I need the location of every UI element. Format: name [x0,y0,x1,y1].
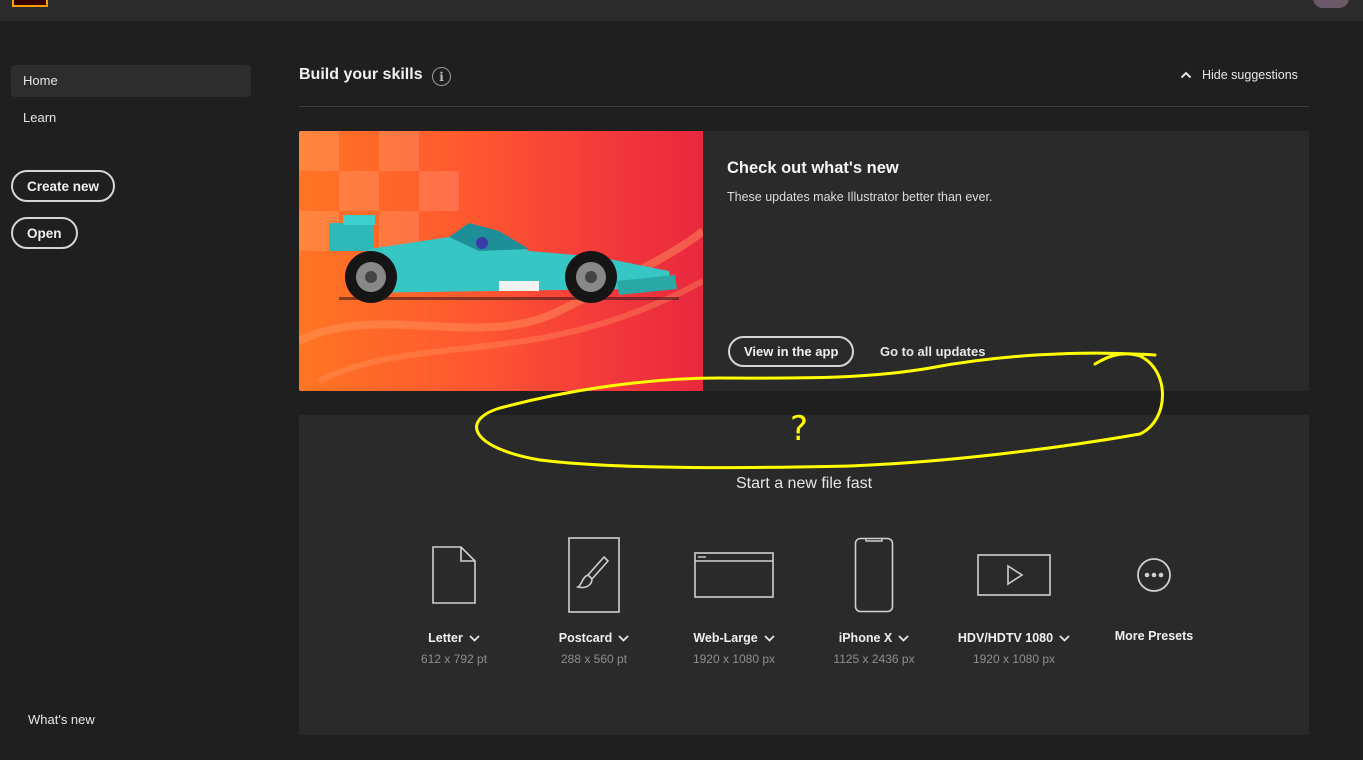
divider [299,106,1309,107]
section-title: Build your skills [299,66,423,83]
whats-new-link[interactable]: What's new [28,712,95,727]
document-icon [432,546,476,604]
sidebar-item-learn[interactable]: Learn [11,102,251,134]
more-presets-button[interactable]: More Presets [1084,533,1224,643]
chevron-down-icon[interactable] [1059,634,1070,642]
phone-icon [854,537,894,613]
preset-name: Web-Large [693,631,758,645]
go-to-all-updates-link[interactable]: Go to all updates [880,344,985,359]
whats-new-card: Check out what's new These updates make … [299,131,1309,391]
more-dots-icon [1137,558,1171,592]
preset-dimensions: 612 x 792 pt [420,652,488,666]
preset-name: HDV/HDTV 1080 [957,631,1054,645]
presets-heading: Start a new file fast [735,475,873,492]
promo-description: These updates make Illustrator better th… [727,190,993,204]
preset-postcard[interactable]: Postcard 288 x 560 pt [524,533,664,666]
preset-name: Postcard [558,631,613,645]
preset-web-large[interactable]: Web-Large 1920 x 1080 px [664,533,804,666]
presets-card: Start a new file fast Letter 612 x 792 p… [299,415,1309,735]
chevron-down-icon[interactable] [764,634,775,642]
app-logo[interactable] [12,0,48,7]
hide-suggestions-label: Hide suggestions [1202,68,1298,82]
hide-suggestions-button[interactable]: Hide suggestions [1180,68,1298,82]
chevron-down-icon[interactable] [469,634,480,642]
avatar[interactable] [1313,0,1349,8]
chevron-down-icon[interactable] [898,634,909,642]
preset-name: More Presets [1114,629,1194,643]
preset-dimensions: 1920 x 1080 px [972,652,1056,666]
browser-window-icon [694,552,774,598]
preset-dimensions: 1125 x 2436 px [833,652,915,666]
preset-iphone-x[interactable]: iPhone X 1125 x 2436 px [804,533,944,666]
preset-name: Letter [428,631,463,645]
open-button[interactable]: Open [11,217,78,249]
create-new-button[interactable]: Create new [11,170,116,202]
sidebar-item-home[interactable]: Home [11,65,251,97]
race-car-illustration [299,131,703,391]
chevron-down-icon[interactable] [618,634,629,642]
promo-title: Check out what's new [727,159,899,177]
video-play-icon [977,554,1051,596]
preset-dimensions: 288 x 560 pt [560,652,628,666]
chevron-up-icon [1180,71,1192,79]
preset-dimensions: 1920 x 1080 px [692,652,776,666]
postcard-brush-icon [568,537,620,613]
preset-name: iPhone X [838,631,893,645]
preset-hdv-hdtv-1080[interactable]: HDV/HDTV 1080 1920 x 1080 px [944,533,1084,666]
app-top-bar [0,0,1363,21]
preset-letter[interactable]: Letter 612 x 792 pt [384,533,524,666]
info-icon[interactable]: i [432,67,451,86]
view-in-app-button[interactable]: View in the app [728,336,855,367]
